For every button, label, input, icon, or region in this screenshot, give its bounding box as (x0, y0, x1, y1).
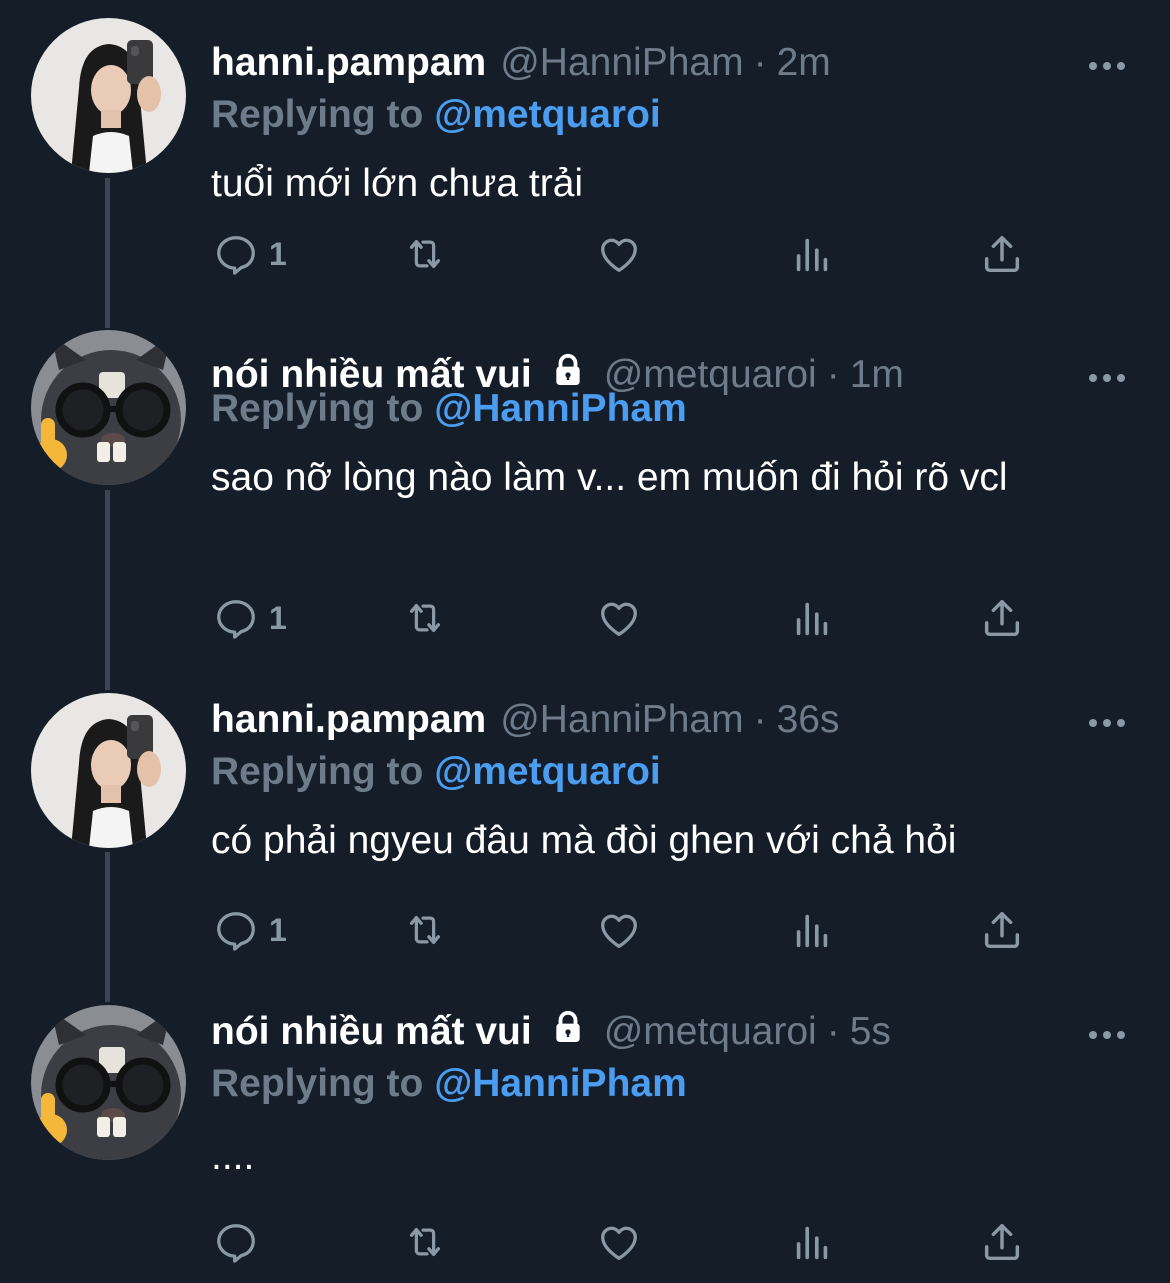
user-handle[interactable]: @HanniPham (500, 40, 743, 86)
separator-dot: · (753, 41, 767, 84)
views-button[interactable] (789, 906, 835, 954)
retweet-button[interactable] (401, 230, 449, 278)
avatar[interactable] (31, 330, 186, 485)
display-name[interactable]: nói nhiều mất vui (211, 1009, 532, 1055)
tweet-header: hanni.pampam @HanniPham · 2m (211, 40, 831, 86)
share-icon (984, 235, 1020, 273)
replying-to-link[interactable]: @metquaroi (434, 750, 661, 793)
views-icon (796, 914, 828, 948)
views-button[interactable] (789, 1218, 835, 1266)
reply-button[interactable]: 1 (213, 906, 287, 954)
tweet[interactable]: nói nhiều mất vui @metquaroi · 1m Replyi… (0, 330, 1170, 670)
tweet-actions: 1 (211, 594, 1061, 642)
reply-count: 1 (269, 911, 287, 948)
more-icon[interactable] (1088, 715, 1126, 733)
retweet-button[interactable] (401, 906, 449, 954)
tweet-text: có phải ngyeu đâu mà đòi ghen với chả hỏ… (211, 819, 957, 862)
reply-button[interactable] (213, 1218, 269, 1266)
timestamp[interactable]: 36s (777, 697, 840, 743)
views-icon (796, 1226, 828, 1260)
share-button[interactable] (979, 594, 1025, 642)
share-icon (984, 599, 1020, 637)
timestamp[interactable]: 1m (850, 352, 904, 398)
like-button[interactable] (595, 594, 643, 642)
replying-to: Replying to @HanniPham (211, 386, 687, 432)
reply-count: 1 (269, 599, 287, 636)
more-icon[interactable] (1088, 1027, 1126, 1045)
user-handle[interactable]: @metquaroi (604, 1009, 817, 1055)
avatar[interactable] (31, 18, 186, 173)
views-icon (796, 602, 828, 636)
tweet-text: .... (211, 1135, 255, 1178)
retweet-icon (409, 239, 441, 269)
replying-to: Replying to @HanniPham (211, 1061, 687, 1107)
tweet[interactable]: hanni.pampam @HanniPham · 2m Replying to… (0, 18, 1170, 308)
reply-icon (217, 912, 255, 951)
reply-icon (217, 1224, 255, 1263)
lock-icon (548, 1007, 588, 1058)
replying-to-label: Replying to (211, 750, 424, 793)
retweet-icon (409, 603, 441, 633)
like-icon (601, 914, 637, 948)
replying-to: Replying to @metquaroi (211, 749, 661, 795)
views-button[interactable] (789, 594, 835, 642)
retweet-button[interactable] (401, 594, 449, 642)
like-icon (601, 238, 637, 272)
replying-to-link[interactable]: @HanniPham (434, 1062, 687, 1105)
like-button[interactable] (595, 906, 643, 954)
retweet-button[interactable] (401, 1218, 449, 1266)
retweet-icon (409, 1227, 441, 1257)
tweet-actions: 1 (211, 906, 1061, 954)
more-icon[interactable] (1088, 370, 1126, 388)
display-name[interactable]: hanni.pampam (211, 697, 486, 743)
retweet-icon (409, 915, 441, 945)
display-name[interactable]: hanni.pampam (211, 40, 486, 86)
separator-dot: · (753, 698, 767, 741)
like-button[interactable] (595, 230, 643, 278)
like-icon (601, 602, 637, 636)
tweet-actions: 1 (211, 230, 1061, 278)
separator-dot: · (826, 1010, 840, 1053)
share-button[interactable] (979, 1218, 1025, 1266)
replying-to-link[interactable]: @metquaroi (434, 93, 661, 136)
avatar-girl-image (31, 693, 186, 848)
tweet-text: sao nỡ lòng nào làm v... em muốn đi hỏi … (211, 456, 1008, 499)
like-icon (601, 1226, 637, 1260)
tweet-text: tuổi mới lớn chưa trải (211, 162, 584, 205)
avatar-cat-image (31, 330, 186, 485)
tweet[interactable]: hanni.pampam @HanniPham · 36s Replying t… (0, 693, 1170, 983)
reply-icon (217, 600, 255, 639)
reply-button[interactable]: 1 (213, 230, 287, 278)
user-handle[interactable]: @HanniPham (500, 697, 743, 743)
reply-count: 1 (269, 235, 287, 272)
share-button[interactable] (979, 906, 1025, 954)
share-button[interactable] (979, 230, 1025, 278)
timestamp[interactable]: 5s (850, 1009, 891, 1055)
more-icon[interactable] (1088, 58, 1126, 76)
share-icon (984, 911, 1020, 949)
reply-button[interactable]: 1 (213, 594, 287, 642)
views-button[interactable] (789, 230, 835, 278)
replying-to-label: Replying to (211, 93, 424, 136)
tweet[interactable]: nói nhiều mất vui @metquaroi · 5s Replyi… (0, 1005, 1170, 1283)
tweet-header: nói nhiều mất vui @metquaroi · 5s (211, 1009, 891, 1055)
timestamp[interactable]: 2m (777, 40, 831, 86)
views-icon (796, 238, 828, 272)
share-icon (984, 1223, 1020, 1261)
like-button[interactable] (595, 1218, 643, 1266)
avatar-girl-image (31, 18, 186, 173)
separator-dot: · (826, 353, 840, 396)
replying-to-link[interactable]: @HanniPham (434, 387, 687, 430)
reply-icon (217, 236, 255, 275)
tweet-header: hanni.pampam @HanniPham · 36s (211, 697, 839, 743)
replying-to-label: Replying to (211, 387, 424, 430)
avatar-cat-image (31, 1005, 186, 1160)
avatar[interactable] (31, 1005, 186, 1160)
replying-to-label: Replying to (211, 1062, 424, 1105)
tweet-actions (211, 1218, 1061, 1266)
replying-to: Replying to @metquaroi (211, 92, 661, 138)
avatar[interactable] (31, 693, 186, 848)
